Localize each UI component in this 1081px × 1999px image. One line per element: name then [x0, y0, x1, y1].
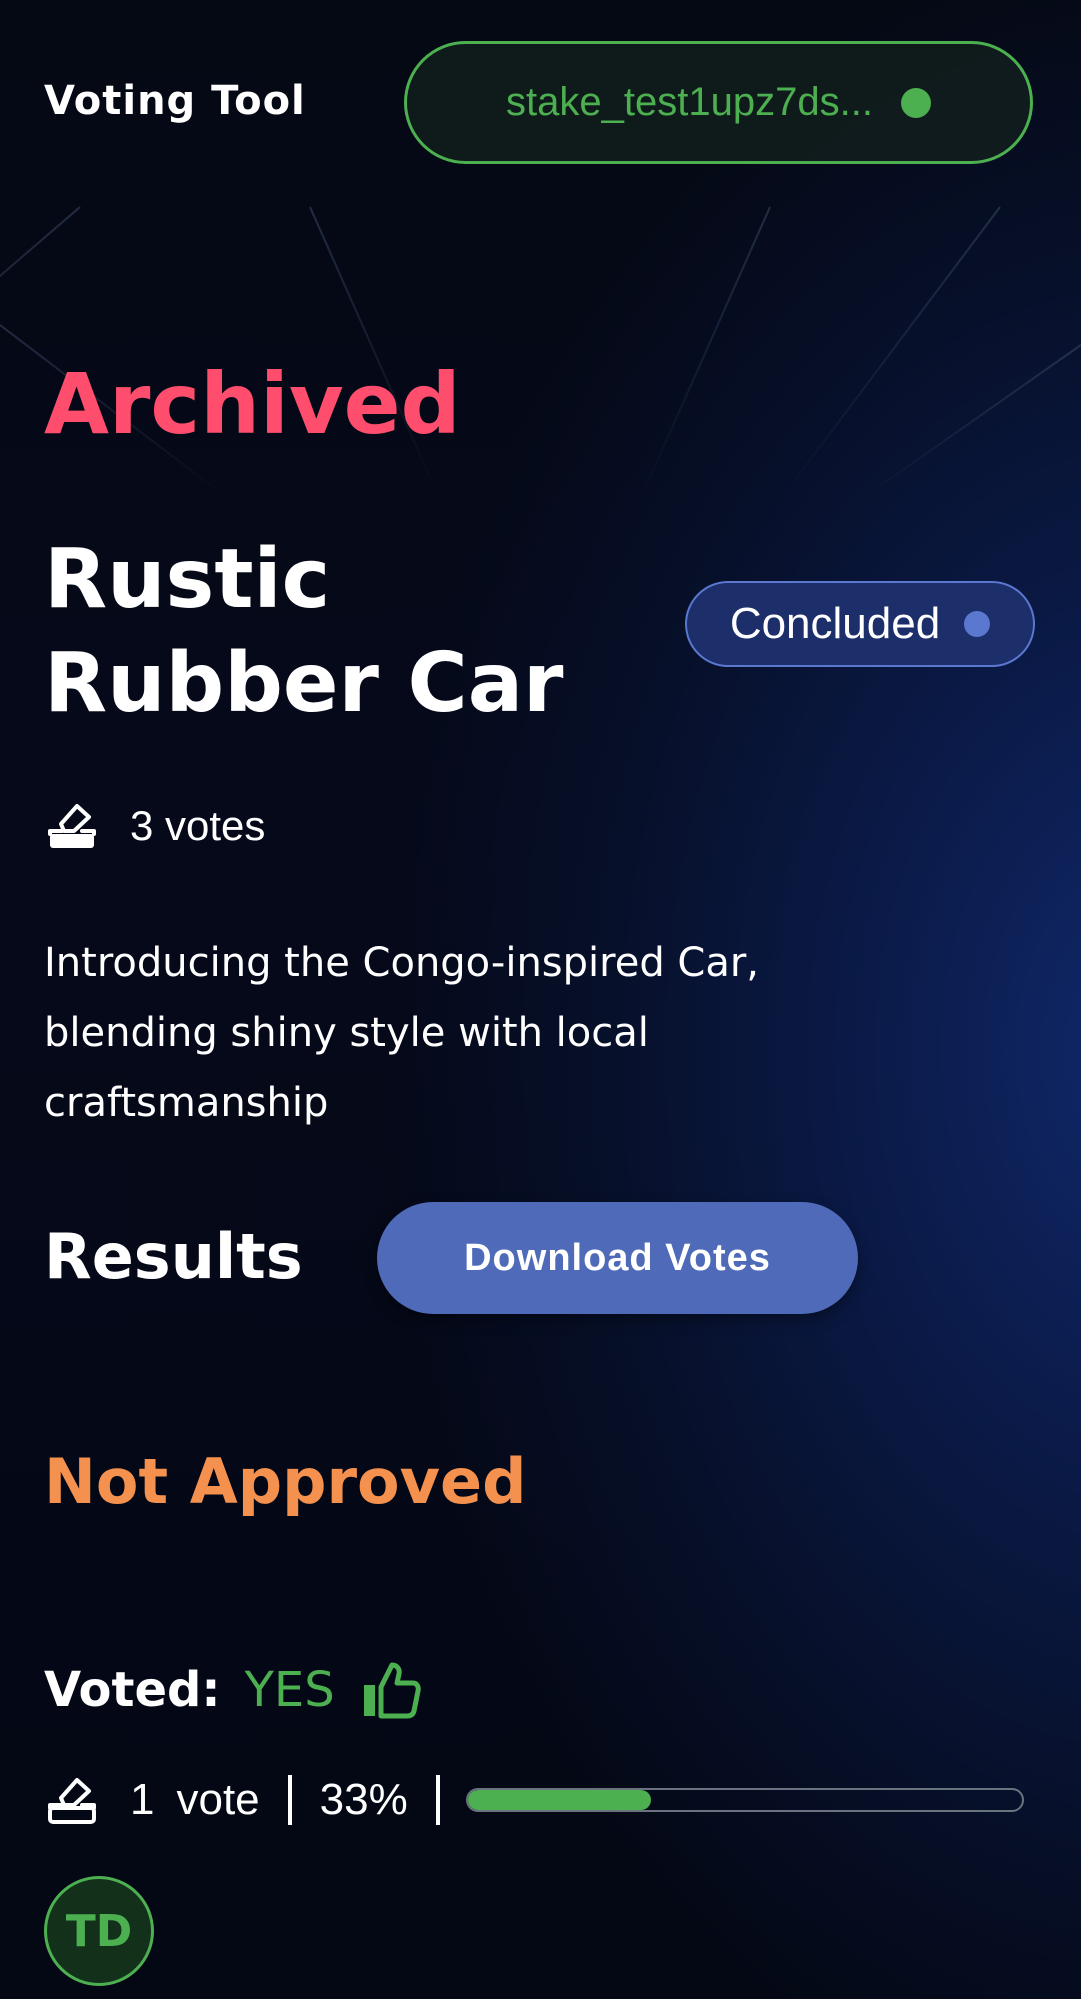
app-title[interactable]: Voting Tool: [44, 78, 306, 124]
status-badge-dot: [964, 611, 991, 637]
thumbs-up-icon: [359, 1659, 421, 1721]
option-vote-unit: vote: [176, 1775, 260, 1824]
vote-progress-bar: [465, 1788, 1024, 1812]
proposal-description: Introducing the Congo-inspired Car, blen…: [44, 940, 760, 1126]
background-grid: [0, 206, 1081, 500]
results-heading: Results: [44, 1220, 303, 1293]
ballot-box-icon: [44, 1772, 100, 1828]
status-badge: Concluded: [685, 581, 1035, 667]
proposal-status-heading: Archived: [44, 355, 461, 453]
result-outcome: Not Approved: [44, 1445, 527, 1518]
option-percent: 33%: [319, 1775, 408, 1824]
voted-choice: YES: [244, 1662, 335, 1718]
proposal-title: Rustic Rubber Car: [44, 532, 564, 731]
vote-count-text: 3 votes: [130, 802, 266, 849]
vote-count: 3 votes: [44, 798, 265, 854]
status-badge-label: Concluded: [729, 599, 941, 648]
download-votes-label: Download Votes: [464, 1236, 771, 1279]
ballot-box-icon: [44, 798, 100, 854]
voter-avatar[interactable]: TD: [44, 1876, 154, 1986]
wallet-connected-indicator: [900, 87, 931, 118]
voted-option: Voted: YES: [44, 1660, 421, 1720]
separator: [435, 1775, 440, 1825]
wallet-address: stake_test1upz7ds...: [506, 80, 873, 124]
separator: [287, 1775, 292, 1825]
option-vote-count: 1: [130, 1775, 155, 1824]
vote-progress-fill: [467, 1790, 651, 1810]
wallet-button[interactable]: stake_test1upz7ds...: [404, 41, 1033, 164]
download-votes-button[interactable]: Download Votes: [377, 1202, 858, 1314]
voted-label: Voted:: [44, 1662, 221, 1718]
option-stats: 1 vote 33%: [44, 1770, 1024, 1830]
voter-initials: TD: [65, 1905, 133, 1957]
